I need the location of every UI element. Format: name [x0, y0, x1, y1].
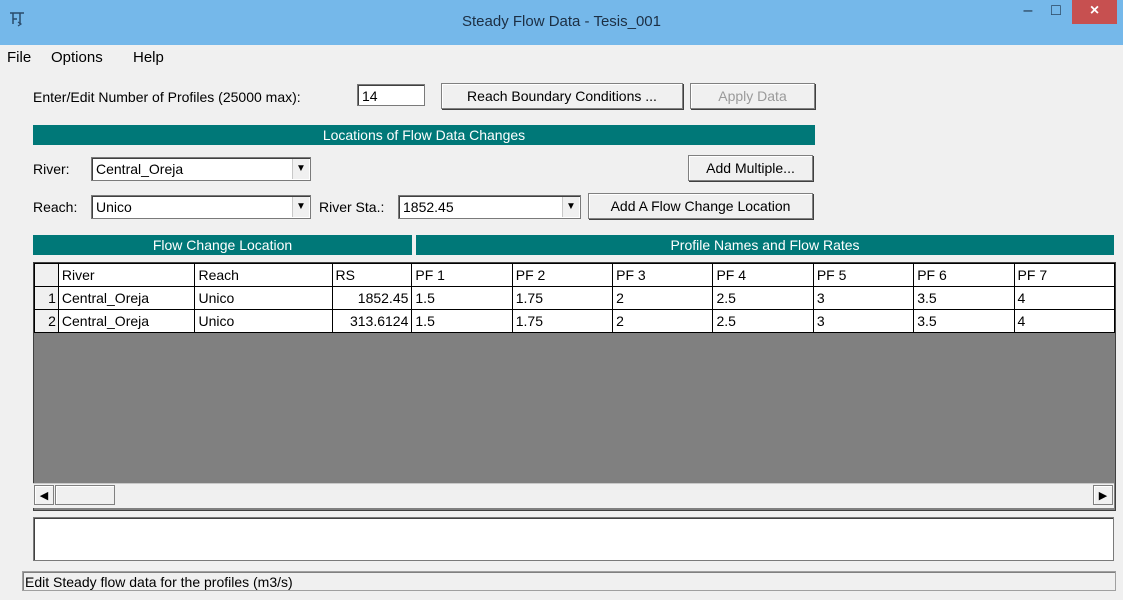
- table-cell[interactable]: 2.5: [712, 286, 814, 310]
- river-station-select[interactable]: 1852.45 ▼: [398, 195, 581, 219]
- chevron-down-icon[interactable]: ▼: [562, 197, 579, 217]
- river-select[interactable]: Central_Oreja ▼: [91, 157, 311, 181]
- menu-bar: File Options Help: [0, 45, 1123, 71]
- close-button[interactable]: ×: [1072, 0, 1117, 24]
- column-header[interactable]: PF 6: [913, 263, 1015, 287]
- table-cell[interactable]: 1.5: [411, 309, 513, 333]
- menu-help[interactable]: Help: [133, 49, 164, 66]
- table-cell[interactable]: 3.5: [913, 286, 1015, 310]
- table-cell[interactable]: 3: [812, 286, 915, 310]
- flow-data-table: River Reach RS PF 1 PF 2 PF 3 PF 4 PF 5 …: [34, 263, 1115, 333]
- river-station-value: 1852.45: [403, 199, 454, 215]
- apply-data-button[interactable]: Apply Data: [690, 83, 815, 109]
- table-cell[interactable]: 4: [1013, 309, 1115, 333]
- minimize-button[interactable]: –: [1015, 0, 1041, 24]
- column-header[interactable]: PF 7: [1013, 263, 1115, 287]
- table-cell[interactable]: 3: [812, 309, 915, 333]
- table-cell[interactable]: Unico: [194, 309, 333, 333]
- river-label: River:: [33, 161, 70, 177]
- column-header[interactable]: PF 2: [511, 263, 614, 287]
- reach-boundary-conditions-button[interactable]: Reach Boundary Conditions ...: [441, 83, 683, 109]
- column-header[interactable]: PF 5: [812, 263, 915, 287]
- flow-data-grid[interactable]: River Reach RS PF 1 PF 2 PF 3 PF 4 PF 5 …: [33, 262, 1116, 511]
- profile-names-header: Profile Names and Flow Rates: [416, 235, 1114, 255]
- menu-file[interactable]: File: [7, 49, 31, 66]
- chevron-down-icon[interactable]: ▼: [292, 197, 309, 217]
- scroll-left-icon[interactable]: ◀: [34, 485, 54, 505]
- reach-select-value: Unico: [96, 199, 132, 215]
- table-cell[interactable]: 1.5: [411, 286, 513, 310]
- table-cell[interactable]: 2.5: [712, 309, 814, 333]
- row-number[interactable]: 1: [34, 286, 59, 310]
- scroll-right-icon[interactable]: ▶: [1093, 485, 1113, 505]
- status-bar: Edit Steady flow data for the profiles (…: [22, 571, 1116, 591]
- maximize-button[interactable]: □: [1043, 0, 1069, 24]
- column-header[interactable]: PF 3: [612, 263, 714, 287]
- profiles-count-input[interactable]: 14: [357, 84, 425, 106]
- window-title: Steady Flow Data - Tesis_001: [462, 13, 661, 30]
- row-number[interactable]: 2: [34, 309, 59, 333]
- column-header[interactable]: PF 4: [712, 263, 814, 287]
- column-header[interactable]: Reach: [194, 263, 333, 287]
- steady-flow-window: Steady Flow Data - Tesis_001 – □ × File …: [0, 0, 1123, 600]
- add-multiple-button[interactable]: Add Multiple...: [688, 155, 813, 181]
- reach-select[interactable]: Unico ▼: [91, 195, 311, 219]
- locations-header: Locations of Flow Data Changes: [33, 125, 815, 145]
- table-cell[interactable]: 1.75: [511, 309, 614, 333]
- add-flow-change-location-button[interactable]: Add A Flow Change Location: [588, 193, 813, 219]
- table-row: 2 Central_Oreja Unico 313.6124 1.5 1.75 …: [34, 309, 1115, 333]
- corner-cell: [34, 263, 59, 287]
- table-cell[interactable]: 1.75: [511, 286, 614, 310]
- menu-options[interactable]: Options: [51, 49, 103, 66]
- chevron-down-icon[interactable]: ▼: [292, 159, 309, 179]
- table-cell[interactable]: Central_Oreja: [57, 309, 196, 333]
- scrollbar-thumb[interactable]: [55, 485, 115, 505]
- river-station-label: River Sta.:: [319, 199, 385, 215]
- table-header-row: River Reach RS PF 1 PF 2 PF 3 PF 4 PF 5 …: [34, 263, 1115, 287]
- table-cell[interactable]: 1852.45: [331, 286, 413, 310]
- horizontal-scrollbar[interactable]: ◀ ▶: [33, 483, 1114, 508]
- table-cell[interactable]: Unico: [194, 286, 333, 310]
- reach-label: Reach:: [33, 199, 78, 215]
- table-cell[interactable]: 4: [1013, 286, 1115, 310]
- profiles-label: Enter/Edit Number of Profiles (25000 max…: [33, 89, 301, 105]
- flow-change-location-header: Flow Change Location: [33, 235, 412, 255]
- table-cell[interactable]: 313.6124: [331, 309, 413, 333]
- table-cell[interactable]: 2: [612, 309, 714, 333]
- table-row: 1 Central_Oreja Unico 1852.45 1.5 1.75 2…: [34, 286, 1115, 310]
- table-cell[interactable]: 3.5: [913, 309, 1015, 333]
- table-cell[interactable]: Central_Oreja: [57, 286, 196, 310]
- title-bar[interactable]: Steady Flow Data - Tesis_001 – □ ×: [0, 0, 1123, 45]
- column-header[interactable]: River: [57, 263, 196, 287]
- river-select-value: Central_Oreja: [96, 161, 184, 177]
- description-box: [33, 517, 1114, 561]
- column-header[interactable]: RS: [331, 263, 413, 287]
- column-header[interactable]: PF 1: [411, 263, 513, 287]
- table-cell[interactable]: 2: [612, 286, 714, 310]
